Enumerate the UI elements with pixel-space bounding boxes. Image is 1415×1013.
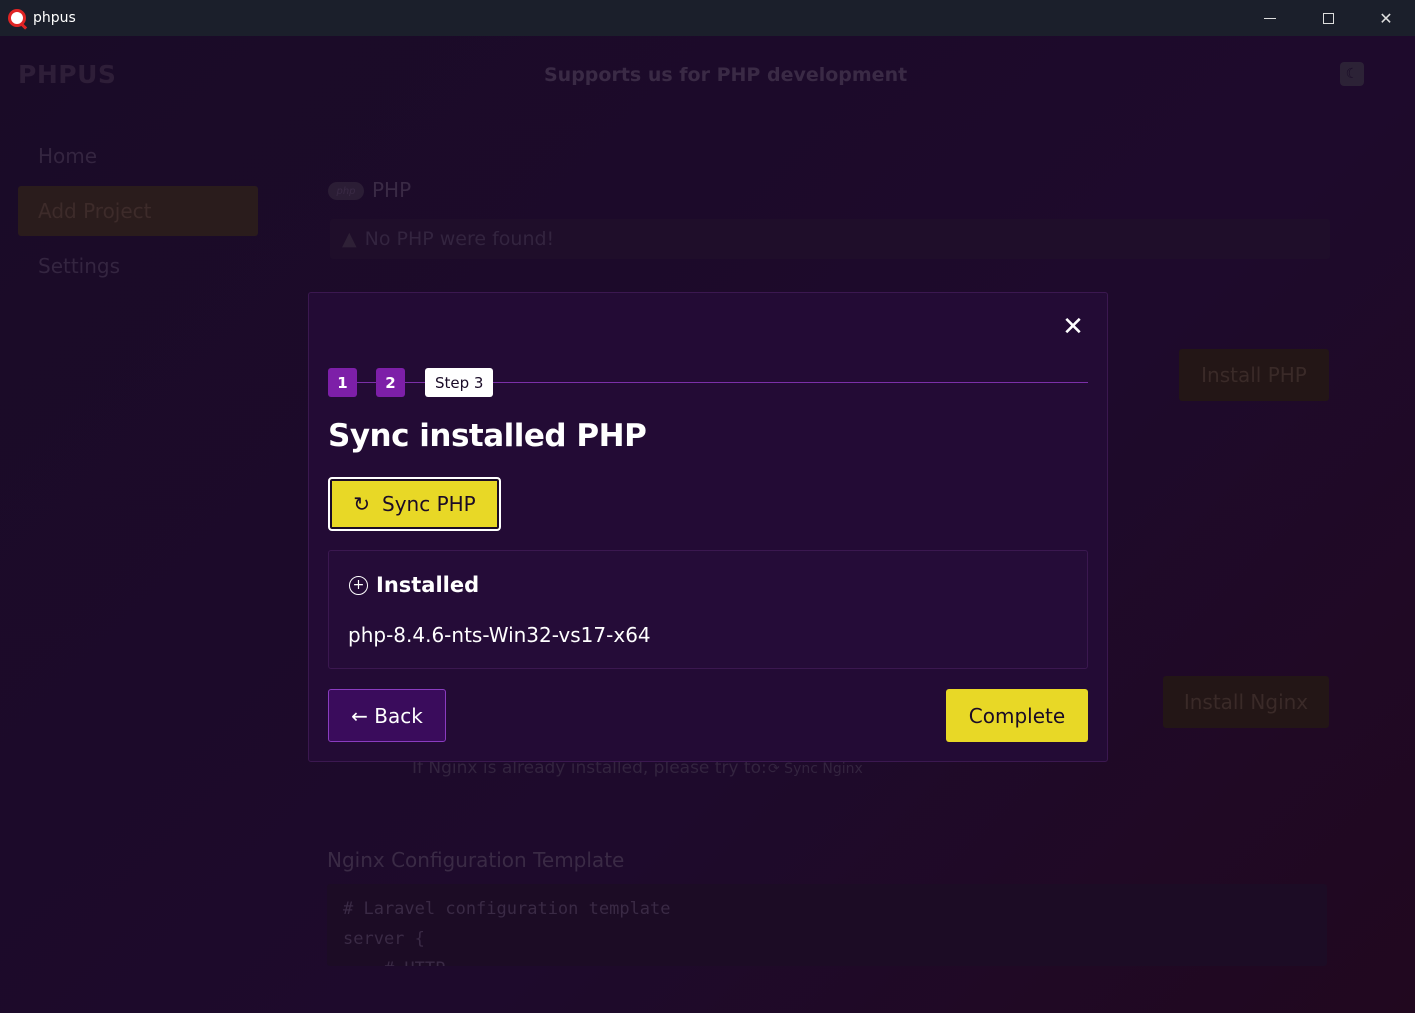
php-section-title: PHP <box>372 178 412 202</box>
maximize-button[interactable] <box>1299 0 1357 36</box>
list-item: php-8.4.6-nts-Win32-vs17-x64 <box>348 623 651 647</box>
back-button[interactable]: ← Back <box>328 689 446 742</box>
close-icon: ✕ <box>1379 8 1393 28</box>
close-icon: ✕ <box>1062 312 1084 342</box>
nginx-template-title: Nginx Configuration Template <box>327 848 625 872</box>
sync-php-label: Sync PHP <box>382 492 476 516</box>
title-bar: phpus ✕ <box>0 0 1415 36</box>
complete-button[interactable]: Complete <box>946 689 1088 742</box>
minimize-icon <box>1264 17 1276 19</box>
plus-circle-icon: + <box>349 575 368 595</box>
install-nginx-button[interactable]: Install Nginx <box>1163 676 1329 728</box>
install-php-button[interactable]: Install PHP <box>1179 349 1329 401</box>
modal-title: Sync installed PHP <box>328 418 647 454</box>
theme-toggle-button[interactable]: ☾ <box>1340 62 1364 86</box>
no-php-alert-text: No PHP were found! <box>364 228 555 250</box>
sidebar-item-home[interactable]: Home <box>18 131 258 181</box>
window-controls: ✕ <box>1241 0 1415 36</box>
installed-panel: + Installed php-8.4.6-nts-Win32-vs17-x64 <box>328 550 1088 669</box>
modal-close-button[interactable]: ✕ <box>1061 312 1085 342</box>
sync-php-button[interactable]: ↻ Sync PHP <box>328 477 501 531</box>
header-tagline: Supports us for PHP development <box>544 64 908 86</box>
stepper: 1 2 Step 3 <box>328 368 1088 398</box>
step-2[interactable]: 2 <box>376 368 405 397</box>
step-1[interactable]: 1 <box>328 368 357 397</box>
close-window-button[interactable]: ✕ <box>1357 0 1415 36</box>
refresh-icon: ↻ <box>353 492 371 516</box>
brand-logo: PHPUS <box>18 60 117 89</box>
installed-heading-label: Installed <box>376 573 480 597</box>
sync-php-modal: ✕ 1 2 Step 3 Sync installed PHP ↻ Sync P… <box>308 292 1108 762</box>
no-php-alert: ▲ No PHP were found! <box>330 219 1330 259</box>
sidebar-item-settings[interactable]: Settings <box>18 241 258 291</box>
sidebar-item-add-project[interactable]: Add Project <box>18 186 258 236</box>
window-title: phpus <box>33 10 76 26</box>
maximize-icon <box>1322 12 1334 24</box>
nginx-template-code[interactable]: # Laravel configuration template server … <box>327 884 1327 966</box>
sync-nginx-button[interactable]: ⟳ Sync Nginx <box>768 761 863 777</box>
moon-icon: ☾ <box>1345 66 1359 82</box>
warning-icon: ▲ <box>342 228 357 250</box>
step-3: Step 3 <box>425 368 494 397</box>
sidebar-nav: Home Add Project Settings <box>18 131 258 296</box>
installed-heading: + Installed <box>349 573 479 597</box>
minimize-button[interactable] <box>1241 0 1299 36</box>
app-logo-icon <box>8 9 26 27</box>
php-logo-icon: php <box>328 182 364 200</box>
